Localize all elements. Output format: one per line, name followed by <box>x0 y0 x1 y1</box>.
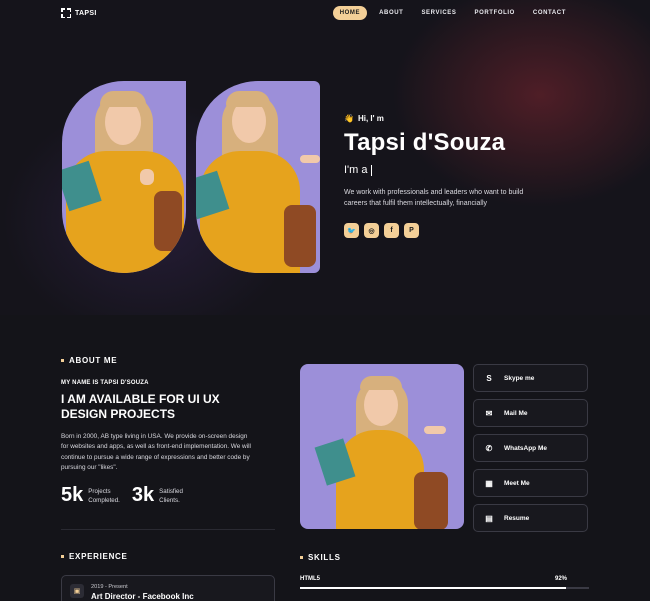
about-title: ABOUT ME <box>61 356 117 365</box>
skills-title-text: SKILLS <box>308 553 341 562</box>
bullet-square <box>61 359 64 362</box>
hero-photo-right <box>196 81 320 273</box>
stat-label-line: Completed. <box>88 496 120 504</box>
skill-percent: 92% <box>555 576 568 582</box>
nav-about[interactable]: ABOUT <box>373 6 409 20</box>
role-prefix: I'm a <box>344 164 368 176</box>
nav-home[interactable]: HOME <box>332 6 368 20</box>
mail-button[interactable]: ✉ Mail Me <box>473 399 588 427</box>
twitter-icon[interactable]: 🐦 <box>344 223 359 238</box>
bullet-square <box>300 556 303 559</box>
stats: 5k Projects Completed. 3k Satisfied Clie… <box>61 484 183 507</box>
social-links: 🐦 ◎ f P <box>344 223 529 238</box>
pinterest-icon[interactable]: P <box>404 223 419 238</box>
stat-projects: 5k Projects Completed. <box>61 484 120 507</box>
experience-card[interactable]: ▣ 2019 - Present Art Director - Facebook… <box>61 575 275 601</box>
logo[interactable]: TAPSI <box>61 8 97 18</box>
bullet-square <box>61 555 64 558</box>
greeting: 👋 Hi, I' m <box>344 114 529 123</box>
stat-value: 3k <box>131 484 155 506</box>
skill-bar-fill <box>300 587 566 589</box>
hero-description: We work with professionals and leaders w… <box>344 189 524 207</box>
about-photo <box>300 364 464 529</box>
hero-section: TAPSI HOME ABOUT SERVICES PORTFOLIO CONT… <box>0 0 650 315</box>
contact-label: Mail Me <box>504 409 528 417</box>
contact-label: WhatsApp Me <box>504 444 547 452</box>
resume-button[interactable]: ▤ Resume <box>473 504 588 532</box>
stat-clients: 3k Satisfied Clients. <box>132 484 183 507</box>
experience-date: 2019 - Present <box>91 584 128 590</box>
nav-services[interactable]: SERVICES <box>415 6 462 20</box>
skype-icon: S <box>486 373 492 383</box>
about-heading: I AM AVAILABLE FOR UI UX DESIGN PROJECTS <box>61 392 220 421</box>
meet-button[interactable]: ▦ Meet Me <box>473 469 588 497</box>
nav-portfolio[interactable]: PORTFOLIO <box>469 6 521 20</box>
instagram-icon[interactable]: ◎ <box>364 223 379 238</box>
briefcase-icon: ▣ <box>70 584 84 598</box>
facebook-icon[interactable]: f <box>384 223 399 238</box>
role-typing: I'm a <box>344 164 529 176</box>
experience-role: Art Director - Facebook Inc <box>91 592 194 601</box>
map-icon: ▦ <box>485 478 493 488</box>
stat-label-line: Satisfied <box>159 487 183 495</box>
whatsapp-button[interactable]: ✆ WhatsApp Me <box>473 434 588 462</box>
skill-bar <box>300 587 589 589</box>
contact-label: Resume <box>504 514 530 522</box>
hero-intro: 👋 Hi, I' m Tapsi d'Souza I'm a We work w… <box>344 114 529 238</box>
logo-text: TAPSI <box>75 9 97 17</box>
skill-name: HTML5 <box>300 576 320 582</box>
stat-label-line: Projects <box>88 487 111 495</box>
mail-icon: ✉ <box>485 408 493 418</box>
divider <box>61 529 275 530</box>
nav-contact[interactable]: CONTACT <box>527 6 572 20</box>
waving-hand-icon: 👋 <box>344 114 354 123</box>
contact-label: Meet Me <box>504 479 530 487</box>
typing-cursor <box>370 164 372 176</box>
about-subtitle: MY NAME IS TAPSI D'SOUZA <box>61 380 149 386</box>
stat-label: Satisfied Clients. <box>159 487 183 505</box>
hero-photo-left <box>62 81 186 273</box>
stat-value: 5k <box>61 484 84 506</box>
contact-label: Skype me <box>504 374 535 382</box>
main-menu: HOME ABOUT SERVICES PORTFOLIO CONTACT <box>332 6 572 20</box>
experience-title-text: EXPERIENCE <box>69 552 128 561</box>
stat-label: Projects Completed. <box>88 487 120 505</box>
logo-icon <box>61 8 71 18</box>
about-title-text: ABOUT ME <box>69 356 118 365</box>
top-nav: TAPSI HOME ABOUT SERVICES PORTFOLIO CONT… <box>0 0 650 26</box>
file-icon: ▤ <box>485 513 493 523</box>
skype-button[interactable]: S Skype me <box>473 364 588 392</box>
page: TAPSI HOME ABOUT SERVICES PORTFOLIO CONT… <box>0 0 650 601</box>
stat-label-line: Clients. <box>159 496 180 504</box>
greeting-text: Hi, I' m <box>357 114 384 123</box>
whatsapp-icon: ✆ <box>485 443 493 453</box>
hero-name: Tapsi d'Souza <box>344 129 506 156</box>
about-body: Born in 2000, AB type living in USA. We … <box>61 433 251 472</box>
skills-title: SKILLS <box>300 553 341 562</box>
experience-title: EXPERIENCE <box>61 552 128 561</box>
